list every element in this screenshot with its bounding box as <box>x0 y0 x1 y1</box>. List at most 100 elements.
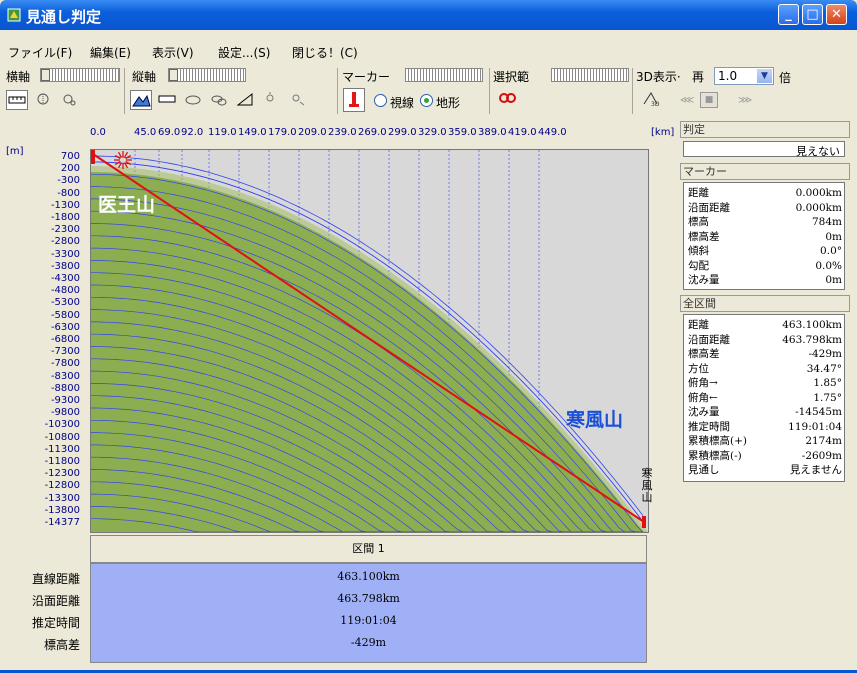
x-tick-label: 0.0 <box>90 127 106 138</box>
y-tick-label: -8300 <box>50 370 80 382</box>
scale-value: 1.0 <box>718 69 738 83</box>
v-axis-slider-knob[interactable] <box>169 69 178 81</box>
select-range-slider[interactable] <box>551 68 629 82</box>
info-row: 距離 463.100km <box>688 319 842 331</box>
y-tick-label: -2300 <box>50 224 80 236</box>
ruler-v-icon[interactable] <box>156 90 178 110</box>
info-value: 463.100km <box>782 319 842 331</box>
rewind-icon[interactable]: ⋘ <box>680 95 694 106</box>
info-value: 784m <box>812 216 842 228</box>
info-value: 0.0° <box>820 245 842 257</box>
v-axis-slider[interactable] <box>168 68 246 82</box>
y-tick-label: -3300 <box>50 248 80 260</box>
x-tick-label: 389.0 <box>478 127 507 138</box>
menu-file[interactable]: ファイル(F) <box>8 44 72 61</box>
info-value: 463.798km <box>782 333 842 346</box>
toolbar-separator <box>337 68 338 114</box>
menu-edit[interactable]: 編集(E) <box>90 44 131 61</box>
info-key: 傾斜 <box>688 245 709 257</box>
gear-icon[interactable] <box>58 90 80 110</box>
title-bar[interactable] <box>0 0 857 30</box>
y-tick-label: -7300 <box>50 346 80 358</box>
toolbar-separator <box>124 68 125 114</box>
info-row: 見通し 見えません <box>688 464 842 476</box>
info-key: 推定時間 <box>688 420 730 433</box>
marker-slider[interactable] <box>405 68 483 82</box>
terrain-fill-light <box>91 166 648 532</box>
info-key: 俯角→ <box>688 377 718 389</box>
segment-row-value: 119:01:04 <box>340 614 397 627</box>
range-select-icon[interactable] <box>496 90 518 110</box>
marker-burst-icon <box>114 151 132 169</box>
info-value: -429m <box>808 348 842 360</box>
end-peak-vertical-label: 寒風山 <box>641 467 653 504</box>
marker-pin-icon[interactable] <box>343 88 365 112</box>
menu-close[interactable]: 閉じる！(C) <box>292 44 358 61</box>
x-tick-label: 239.0 <box>328 127 357 138</box>
info-key: 標高 <box>688 216 709 228</box>
y-tick-label: -800 <box>57 187 80 199</box>
info-row: 俯角→ 1.85° <box>688 377 842 389</box>
angle-icon[interactable] <box>234 90 256 110</box>
minimize-button[interactable]: _ <box>778 4 799 25</box>
svg-text:3D: 3D <box>651 101 660 108</box>
scale-select[interactable]: 1.0 ▼ <box>714 67 774 85</box>
info-row: 勾配 0.0% <box>688 260 842 272</box>
radio-terrain[interactable] <box>420 94 433 107</box>
close-button[interactable]: ✕ <box>826 4 847 25</box>
x-tick-label: 209.0 <box>298 127 327 138</box>
h-axis-slider[interactable] <box>40 68 120 82</box>
sun-alt-icon[interactable] <box>286 90 308 110</box>
info-key: 沿面距離 <box>688 201 730 214</box>
info-value: 0.000km <box>795 187 842 199</box>
info-row: 標高 784m <box>688 216 842 228</box>
info-key: 見通し <box>688 464 720 476</box>
terrain-profile-chart[interactable] <box>91 150 648 532</box>
segment-row-label: 沿面距離 <box>31 594 80 608</box>
scale-unit: 倍 <box>779 71 792 85</box>
segment-row-value: 463.100km <box>337 570 400 583</box>
ruler-icon[interactable] <box>6 90 28 110</box>
info-key: 距離 <box>688 319 709 331</box>
end-marker <box>642 516 646 528</box>
circle-icon[interactable] <box>32 90 54 110</box>
all-section-header: 全区間 <box>680 295 850 312</box>
menu-view[interactable]: 表示(V) <box>152 44 194 61</box>
radio-line-of-sight[interactable] <box>374 94 387 107</box>
y-tick-label: -6300 <box>50 321 80 333</box>
info-value: 119:01:04 <box>788 420 842 433</box>
judgement-box: 見えない <box>683 141 845 158</box>
x-tick-label: 149.0 <box>238 127 267 138</box>
info-row: 俯角← 1.75° <box>688 392 842 404</box>
y-tick-label: -11300 <box>44 443 80 455</box>
info-value: -2609m <box>801 449 842 462</box>
x-tick-label: 419.0 <box>508 127 537 138</box>
3d-view-icon[interactable]: 3D <box>640 90 662 110</box>
terrain-profile-icon[interactable] <box>130 90 152 110</box>
x-tick-label: 299.0 <box>388 127 417 138</box>
burst-ray <box>123 151 129 158</box>
y-tick-label: -9800 <box>50 407 80 419</box>
stop-icon[interactable]: ■ <box>700 92 718 108</box>
marker-info-box: 距離 0.000km 沿面距離 0.000km 標高 784m 標高差 0m 傾斜 0.0° 勾配 0… <box>683 182 845 290</box>
y-tick-label: -9300 <box>50 395 80 406</box>
y-tick-label: -300 <box>57 175 80 187</box>
burst-ray <box>125 160 132 166</box>
cloud-multi-icon[interactable] <box>208 90 230 110</box>
3d-view-label: 3D表示· <box>636 70 681 84</box>
y-tick-label: -4800 <box>50 285 80 297</box>
forward-icon[interactable]: ⋙ <box>738 95 752 106</box>
info-key: 俯角← <box>688 391 718 404</box>
h-axis-slider-knob[interactable] <box>41 69 50 81</box>
cloud-icon[interactable] <box>182 90 204 110</box>
segment-header[interactable]: 区間 1 <box>90 535 647 563</box>
y-tick-label: -6800 <box>50 334 80 345</box>
info-value: 見えません <box>789 464 842 476</box>
chevron-down-icon[interactable]: ▼ <box>757 69 772 83</box>
y-tick-label: -2800 <box>50 236 80 248</box>
menu-settings[interactable]: 設定...(S) <box>218 44 270 61</box>
sun-icon[interactable] <box>260 90 282 110</box>
x-tick-label: 449.0 <box>538 127 567 138</box>
y-tick-label: -13800 <box>44 504 80 516</box>
maximize-button[interactable]: □ <box>802 4 823 25</box>
